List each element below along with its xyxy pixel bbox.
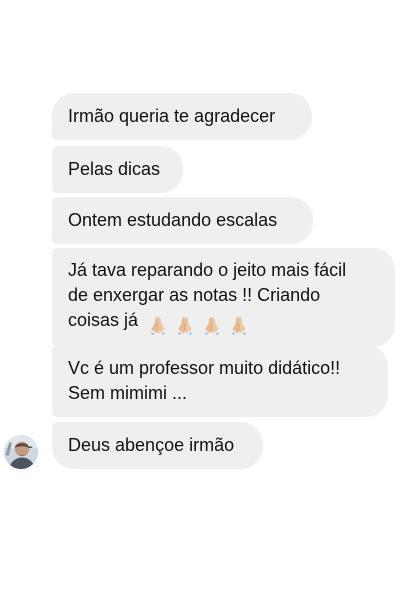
folded-hands-icon (150, 317, 166, 336)
folded-hands-icon (204, 317, 220, 336)
sender-avatar[interactable] (4, 435, 38, 469)
message-bubble[interactable]: Irmão queria te agradecer (52, 93, 312, 140)
message-line-with-emoji: coisas já (68, 308, 379, 337)
chat-thread: Irmão queria te agradecer Pelas dicas On… (0, 0, 400, 600)
message-bubble[interactable]: Vc é um professor muito didático!! Sem m… (52, 345, 388, 417)
message-text: Irmão queria te agradecer (68, 106, 276, 126)
folded-hands-emoji-row (147, 312, 255, 337)
message-bubble[interactable]: Deus abençoe irmão (52, 422, 263, 469)
message-line: coisas já (68, 310, 139, 330)
folded-hands-icon (231, 317, 247, 336)
message-text: Ontem estudando escalas (68, 210, 278, 230)
folded-hands-icon (177, 317, 193, 336)
message-bubble[interactable]: Já tava reparando o jeito mais fácil de … (52, 248, 395, 347)
message-text: Deus abençoe irmão (68, 435, 235, 455)
message-line: Sem mimimi ... (68, 383, 187, 403)
message-line: Vc é um professor muito didático!! (68, 358, 341, 378)
message-line: de enxergar as notas !! Criando (68, 285, 321, 305)
profile-photo-icon (4, 435, 38, 469)
message-bubble[interactable]: Ontem estudando escalas (52, 197, 313, 244)
message-text: Pelas dicas (68, 159, 161, 179)
message-line: Já tava reparando o jeito mais fácil (68, 260, 347, 280)
message-bubble[interactable]: Pelas dicas (52, 146, 183, 193)
